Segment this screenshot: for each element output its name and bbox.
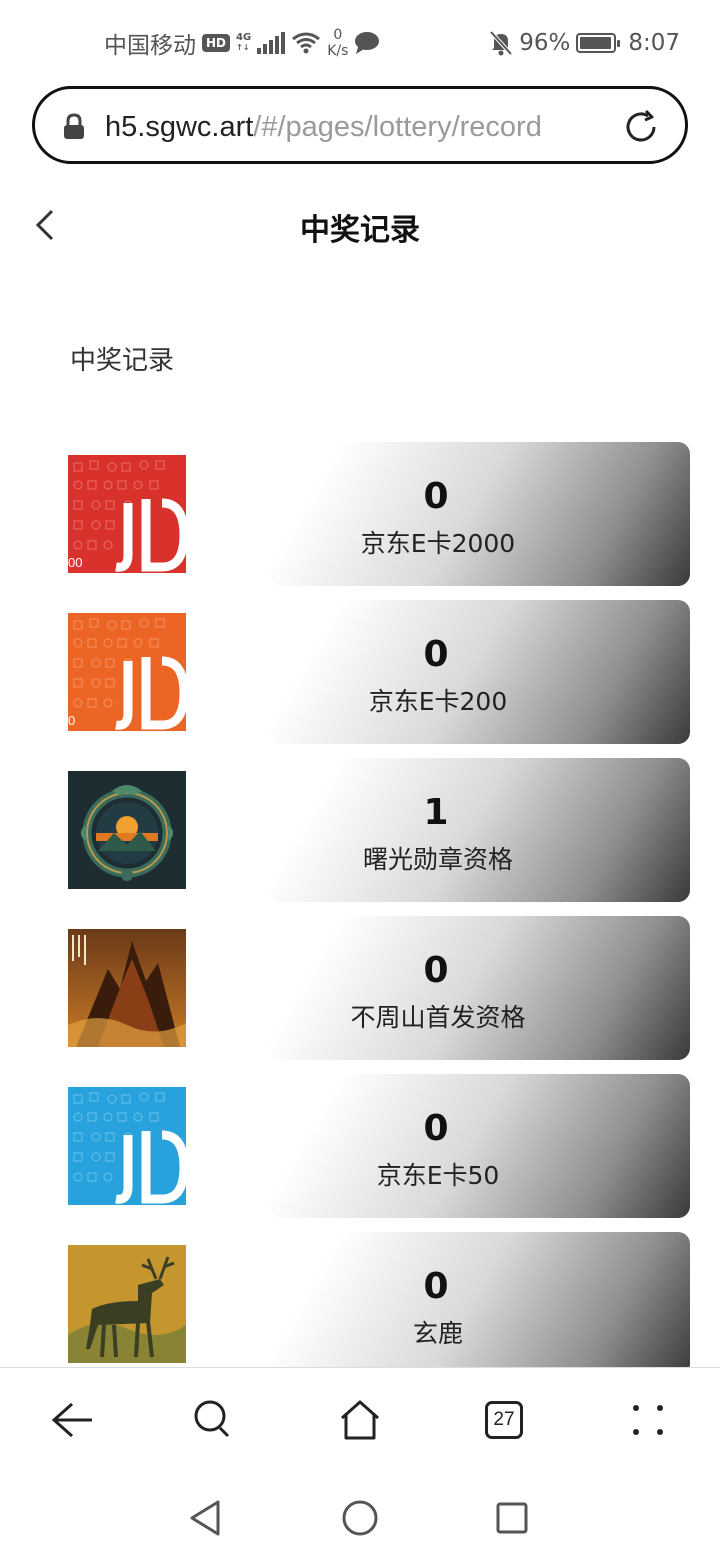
record-count: 1 xyxy=(423,792,449,833)
record-name: 京东E卡200 xyxy=(368,687,508,716)
lock-icon xyxy=(64,113,84,139)
record-card[interactable]: 0 京东E卡50 xyxy=(270,1074,690,1218)
reload-icon[interactable] xyxy=(621,107,661,147)
record-name: 玄鹿 xyxy=(412,1319,463,1348)
record-item[interactable]: 0 京东E卡50 xyxy=(0,1074,720,1218)
record-item[interactable]: 1 曙光勋章资格 xyxy=(0,758,720,902)
signal-icon xyxy=(257,32,286,54)
address-bar[interactable]: h5.sgwc.art/#/pages/lottery/record xyxy=(32,86,688,164)
dawn-medal-art xyxy=(68,771,186,889)
section-title: 中奖记录 xyxy=(70,346,175,376)
wifi-icon xyxy=(292,32,321,54)
record-name: 不周山首发资格 xyxy=(350,1003,526,1032)
browser-toolbar: 27 xyxy=(0,1367,720,1467)
menu-dots-icon xyxy=(633,1405,663,1435)
carrier-label: 中国移动 xyxy=(104,33,196,59)
page-title: 中奖记录 xyxy=(300,213,420,248)
jd-card-red-icon: 00 xyxy=(68,455,186,573)
arrow-left-icon xyxy=(51,1402,92,1438)
record-card[interactable]: 0 玄鹿 xyxy=(270,1232,690,1376)
system-recents-icon[interactable] xyxy=(492,1498,532,1538)
url-text[interactable]: h5.sgwc.art/#/pages/lottery/record xyxy=(105,109,625,145)
thumb-text: 00 xyxy=(68,555,82,570)
record-count: 0 xyxy=(423,950,449,991)
record-item[interactable]: 0 不周山首发资格 xyxy=(0,916,720,1060)
jd-card-blue-icon xyxy=(68,1087,186,1205)
deer-art xyxy=(68,1245,186,1363)
status-right: 96% 8:07 xyxy=(489,26,680,60)
message-bubble-icon xyxy=(355,32,380,54)
battery-level xyxy=(580,37,612,49)
back-nav-button[interactable] xyxy=(48,1396,96,1444)
record-item[interactable]: 00 0 京东E卡2000 xyxy=(0,442,720,586)
record-card[interactable]: 0 不周山首发资格 xyxy=(270,916,690,1060)
home-button[interactable] xyxy=(336,1396,384,1444)
battery-percent: 96% xyxy=(519,30,571,56)
status-bar: 中国移动 HD 4G ↑↓ 0 K/s 96% 8:07 xyxy=(0,0,720,84)
record-card[interactable]: 1 曙光勋章资格 xyxy=(270,758,690,902)
system-back-icon[interactable] xyxy=(186,1498,226,1538)
url-path: /#/pages/lottery/record xyxy=(253,111,542,143)
search-icon xyxy=(194,1400,230,1438)
status-left: 中国移动 HD 4G ↑↓ 0 K/s xyxy=(104,26,380,60)
record-card[interactable]: 0 京东E卡2000 xyxy=(270,442,690,586)
buzhou-mountain-art xyxy=(68,929,186,1047)
system-home-icon[interactable] xyxy=(340,1498,380,1538)
home-icon xyxy=(341,1400,379,1440)
record-item[interactable]: 0 玄鹿 xyxy=(0,1232,720,1376)
record-count: 0 xyxy=(423,634,449,675)
network-type: 4G ↑↓ xyxy=(236,33,251,53)
search-button[interactable] xyxy=(190,1396,238,1444)
record-name: 曙光勋章资格 xyxy=(362,845,513,874)
tab-count: 27 xyxy=(485,1401,523,1439)
system-nav-bar xyxy=(0,1468,720,1560)
network-activity-arrows: ↑↓ xyxy=(236,43,250,52)
record-item[interactable]: 0 0 京东E卡200 xyxy=(0,600,720,744)
speed-value: 0 xyxy=(333,27,343,43)
record-name: 京东E卡2000 xyxy=(360,529,516,558)
network-speed: 0 K/s xyxy=(327,27,348,59)
thumb-text: 0 xyxy=(68,713,75,728)
record-card[interactable]: 0 京东E卡200 xyxy=(270,600,690,744)
record-count: 0 xyxy=(423,476,449,517)
jd-card-orange-icon: 0 xyxy=(68,613,186,731)
menu-button[interactable] xyxy=(624,1396,672,1444)
hd-badge: HD xyxy=(202,34,231,52)
bell-muted-icon xyxy=(489,30,513,56)
record-name: 京东E卡50 xyxy=(376,1161,500,1190)
url-domain: h5.sgwc.art xyxy=(105,111,254,143)
record-count: 0 xyxy=(423,1108,449,1149)
network-type-label: 4G xyxy=(236,32,252,43)
battery-icon xyxy=(576,33,621,53)
speed-unit: K/s xyxy=(327,43,349,59)
record-count: 0 xyxy=(423,1266,449,1307)
clock: 8:07 xyxy=(628,30,680,56)
tabs-button[interactable]: 27 xyxy=(480,1396,528,1444)
